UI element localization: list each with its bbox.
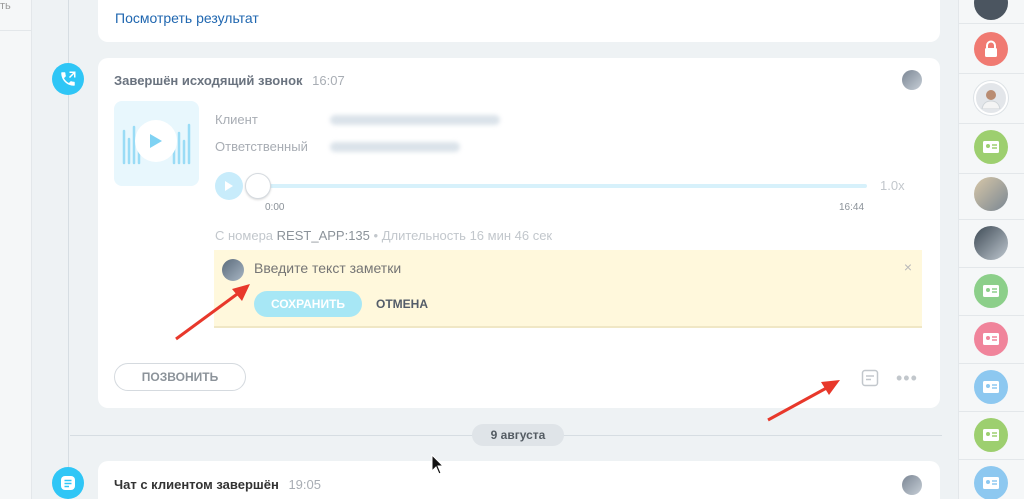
user-avatar-icon[interactable] (974, 81, 1008, 115)
user-avatar-icon[interactable] (974, 177, 1008, 211)
call-activity-card: Завершён исходящий звонок 16:07 Клиент О… (98, 58, 940, 408)
user-avatar-icon[interactable] (974, 226, 1008, 260)
meta-separator: • (373, 228, 379, 243)
chat-time: 19:05 (288, 477, 321, 492)
client-field: Клиент (215, 106, 500, 133)
call-fields: Клиент Ответственный (215, 106, 500, 160)
call-button[interactable]: ПОЗВОНИТЬ (114, 363, 246, 391)
contact-card-icon[interactable] (974, 370, 1008, 404)
note-input[interactable] (254, 260, 854, 276)
activity-card-previous: Посмотреть результат (98, 0, 940, 42)
date-separator: 9 августа (472, 424, 564, 446)
divider (959, 459, 1024, 460)
divider (959, 173, 1024, 174)
more-options-icon[interactable]: ••• (896, 369, 918, 387)
left-panel: ть (0, 0, 32, 499)
contact-card-icon[interactable] (974, 418, 1008, 452)
time-end: 16:44 (839, 202, 865, 213)
note-editor: × СОХРАНИТЬ ОТМЕНА (214, 250, 922, 328)
meta-number: REST_APP:135 (276, 228, 370, 243)
call-title: Завершён исходящий звонок (114, 73, 303, 88)
note-close-button[interactable]: × (904, 259, 912, 275)
contact-card-icon[interactable] (974, 322, 1008, 356)
progress-track[interactable] (251, 184, 867, 188)
divider (959, 219, 1024, 220)
note-save-button[interactable]: СОХРАНИТЬ (254, 291, 362, 317)
annotation-arrow-icon (767, 380, 840, 422)
left-panel-cut-label: ть (0, 0, 11, 12)
meta-duration: Длительность 16 мин 46 сек (381, 228, 553, 243)
time-start: 0:00 (265, 202, 285, 213)
author-avatar[interactable] (902, 475, 922, 495)
contact-card-icon[interactable] (974, 466, 1008, 499)
meta-prefix: С номера (215, 228, 274, 243)
play-icon (135, 120, 177, 162)
chat-title: Чат с клиентом завершён (114, 477, 279, 492)
chat-icon (52, 467, 84, 499)
responsible-field: Ответственный (215, 133, 500, 160)
contact-card-icon[interactable] (974, 130, 1008, 164)
playback-speed[interactable]: 1.0x (880, 178, 905, 193)
divider (959, 73, 1024, 74)
responsible-label: Ответственный (215, 139, 308, 154)
card-header: Чат с клиентом завершён 19:05 (114, 477, 321, 492)
divider (959, 267, 1024, 268)
client-value-blurred[interactable] (330, 114, 500, 125)
call-meta: С номера REST_APP:135 • Длительность 16 … (215, 228, 552, 243)
responsible-value-blurred[interactable] (330, 141, 460, 152)
lock-icon[interactable] (974, 32, 1008, 66)
audio-thumbnail[interactable] (114, 101, 199, 186)
user-avatar-icon[interactable] (974, 0, 1008, 20)
card-header: Завершён исходящий звонок 16:07 (114, 73, 345, 88)
divider (0, 30, 32, 31)
audio-player: 0:00 16:44 1.0x (215, 172, 915, 213)
note-icon[interactable] (861, 369, 879, 387)
view-result-link[interactable]: Посмотреть результат (115, 10, 259, 26)
divider (959, 23, 1024, 24)
progress-handle[interactable] (245, 173, 271, 199)
call-time: 16:07 (312, 73, 345, 88)
outgoing-call-icon (52, 63, 84, 95)
client-label: Клиент (215, 112, 258, 127)
right-panel (958, 0, 1024, 499)
player-play-button[interactable] (215, 172, 243, 200)
annotation-arrow-icon (175, 284, 250, 341)
contact-card-icon[interactable] (974, 274, 1008, 308)
divider (959, 123, 1024, 124)
divider (959, 411, 1024, 412)
note-cancel-button[interactable]: ОТМЕНА (376, 297, 428, 311)
divider (959, 315, 1024, 316)
author-avatar[interactable] (902, 70, 922, 90)
chat-activity-card: Чат с клиентом завершён 19:05 (98, 461, 940, 499)
divider (959, 363, 1024, 364)
mouse-cursor-icon (431, 454, 445, 475)
